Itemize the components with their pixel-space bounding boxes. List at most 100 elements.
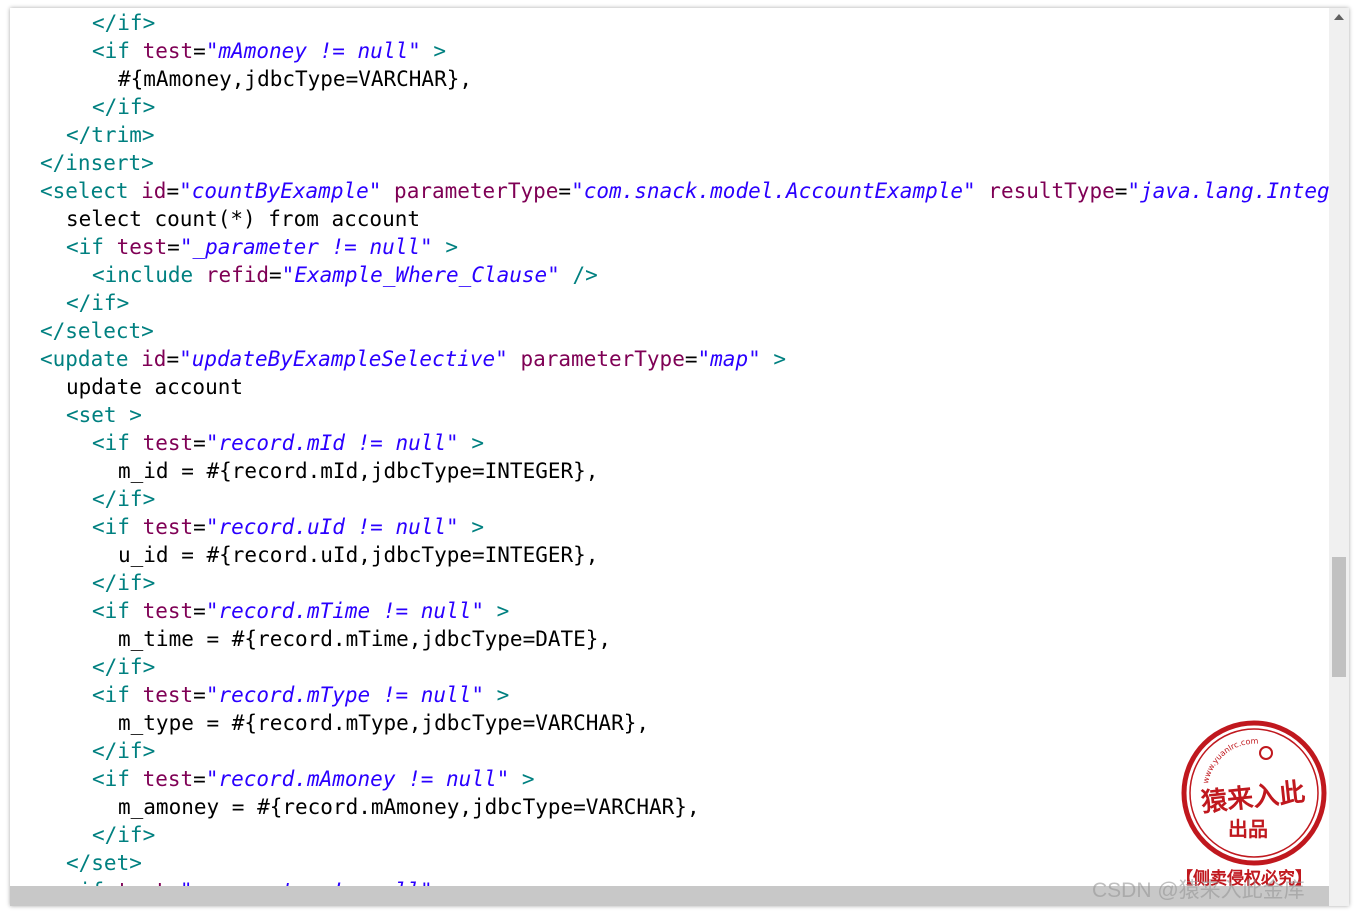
code-line: </insert> [40,149,154,177]
code-line: m_time = #{record.mTime,jdbcType=DATE}, [118,625,611,653]
code-text: = [193,431,206,455]
code-line: </if> [92,569,155,597]
xml-tag: <if [92,683,143,707]
xml-tag: </trim> [66,123,155,147]
xml-attribute: test [142,431,194,455]
xml-attribute-value: "_parameter != null" [180,879,433,886]
xml-attribute-value: "record.mType != null" [205,683,484,707]
code-text: = [684,347,698,371]
code-line: <select id="countByExample" parameterTyp… [40,177,1329,205]
code-line: </if> [92,821,155,849]
xml-tag: <if [92,515,143,539]
code-text: m_amoney = #{record.mAmoney,jdbcType=VAR… [118,795,700,819]
stamp-url: www.yuanlrc.com [1201,737,1259,785]
xml-tag: </if> [92,739,156,763]
code-line: update account [66,373,243,401]
xml-attribute: test [142,515,194,539]
scrollbar-corner [1329,886,1349,906]
xml-attribute-value: "mAmoney != null" [205,39,421,63]
xml-attribute-value: "record.mId != null" [205,431,459,455]
seal-stamp-icon: www.yuanlrc.com 猿来入此 出品 [1181,720,1327,866]
xml-attribute-value: "record.mTime != null" [205,599,484,623]
code-view[interactable]: </if> <if test="mAmoney != null" > #{mAmon… [10,8,1329,886]
code-text: m_time = #{record.mTime,jdbcType=DATE}, [118,627,612,651]
code-text: = [193,683,206,707]
xml-tag: > [483,599,510,623]
xml-tag: <if [92,767,143,791]
code-line: <set > [66,401,142,429]
apple-icon [1259,746,1273,760]
xml-attribute-value: "Example_Where_Clause" [281,263,560,287]
xml-tag: </if> [92,95,156,119]
xml-tag: </set> [66,851,142,875]
xml-tag: </if> [92,487,156,511]
xml-attribute: id [141,179,167,203]
code-text: = [193,767,206,791]
xml-attribute: id [141,347,167,371]
code-line: </if> [92,93,155,121]
code-text: m_id = #{record.mId,jdbcType=INTEGER}, [118,459,599,483]
xml-attribute: test [142,39,194,63]
stamp-title: 猿来入此 [1199,778,1307,819]
xml-attribute: test [142,599,194,623]
code-text: u_id = #{record.uId,jdbcType=INTEGER}, [118,543,599,567]
svg-text:www.yuanlrc.com: www.yuanlrc.com [1201,737,1259,785]
xml-attribute-value: "java.lang.Integer" [1127,179,1329,203]
xml-tag: <include [92,263,206,287]
scroll-up-arrow-icon[interactable] [1334,14,1344,20]
xml-tag: <select [40,179,142,203]
xml-attribute-value: "_parameter != null" [179,235,433,259]
code-line: </if> [92,653,155,681]
code-line: <if test="record.uId != null" > [92,513,484,541]
code-text: = [166,179,180,203]
xml-tag: </if> [92,11,156,35]
code-text: = [558,179,572,203]
code-line: <if test="mAmoney != null" > [92,37,446,65]
xml-tag: </if> [66,291,130,315]
code-line: m_id = #{record.mId,jdbcType=INTEGER}, [118,457,598,485]
code-text: = [166,347,180,371]
xml-attribute: test [142,683,194,707]
code-text: = [167,235,180,259]
xml-tag: </if> [92,571,156,595]
xml-tag: > [483,683,510,707]
code-line: </if> [92,9,155,37]
code-line: <update id="updateByExampleSelective" pa… [40,345,786,373]
vertical-scroll-thumb[interactable] [1332,557,1346,677]
xml-tag: </select> [40,319,154,343]
xml-tag: > [760,347,787,371]
xml-tag: > [458,431,484,455]
xml-attribute-value: "com.snack.model.AccountExample" [571,179,976,203]
xml-attribute: refid [205,263,270,287]
xml-tag: > [432,235,458,259]
code-line: <if test="record.mType != null" > [92,681,509,709]
xml-attribute: test [116,235,168,259]
xml-tag: > [433,879,458,886]
xml-attribute: parameterType [381,179,559,203]
xml-attribute-value: "countByExample" [179,179,382,203]
xml-attribute: test [117,879,168,886]
xml-attribute-value: "record.uId != null" [205,515,459,539]
code-line: </trim> [66,121,155,149]
code-text: = [1114,179,1128,203]
xml-tag: > [420,39,447,63]
csdn-watermark: CSDN @猿来入此金库 [1092,879,1305,902]
code-line: #{mAmoney,jdbcType=VARCHAR}, [118,65,472,93]
code-line: u_id = #{record.uId,jdbcType=INTEGER}, [118,541,598,569]
xml-tag: <if [92,431,143,455]
code-line: <if test="record.mAmoney != null" > [92,765,535,793]
code-line: <if test="_parameter != null" > [66,233,458,261]
code-text: select count(*) from account [66,207,421,231]
code-text: = [193,39,206,63]
code-line: <if test="record.mTime != null" > [92,597,509,625]
xml-tag: <if [92,39,143,63]
xml-tag: </if> [92,655,156,679]
xml-tag: <if [66,879,117,886]
code-text: = [193,515,206,539]
vertical-scrollbar[interactable] [1329,8,1349,886]
xml-tag: <update [40,347,142,371]
code-line: <if test="record.mId != null" > [92,429,484,457]
xml-tag: <if [66,235,117,259]
xml-tag: <if [92,599,143,623]
code-text: = [269,263,282,287]
